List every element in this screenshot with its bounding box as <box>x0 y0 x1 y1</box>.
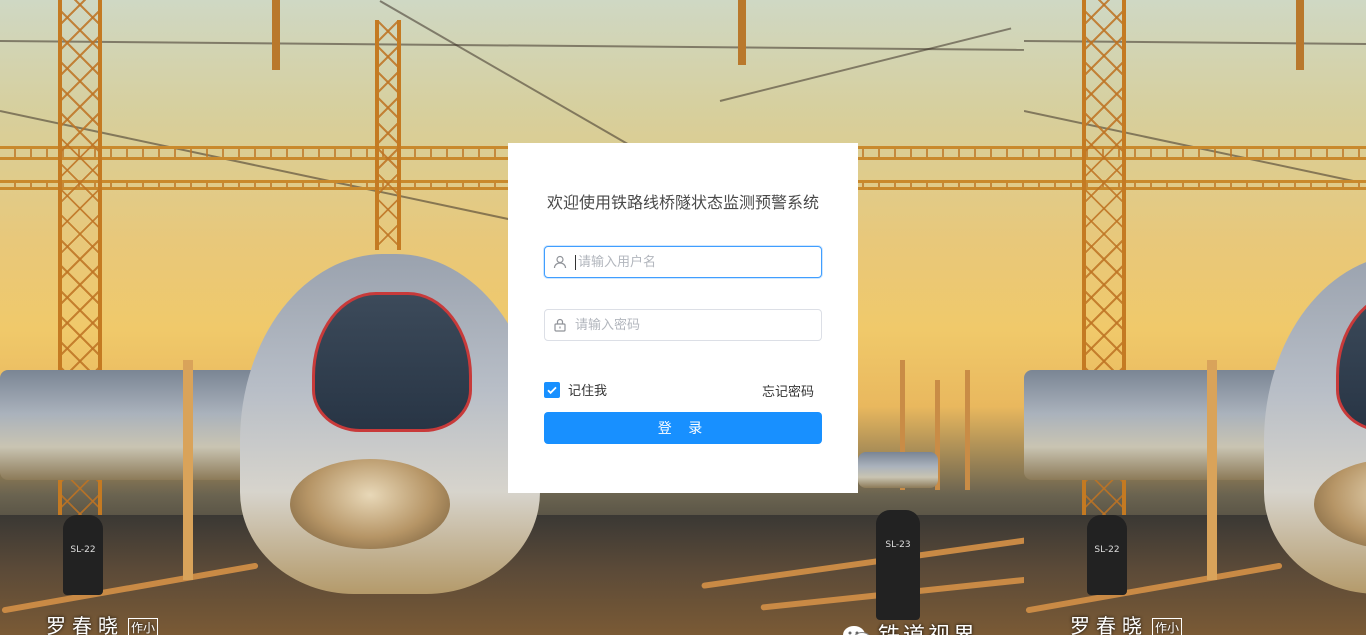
watermark-author: 罗春晓 <box>1070 614 1148 635</box>
watermark-source: 铁道视界 <box>878 624 978 635</box>
forgot-password-link[interactable]: 忘记密码 <box>762 381 814 400</box>
remember-me-label: 记住我 <box>568 384 608 399</box>
login-button[interactable]: 登 录 <box>544 412 822 444</box>
remember-me-checkbox[interactable]: 记住我 <box>544 380 607 399</box>
wechat-icon <box>842 625 872 635</box>
login-card: 欢迎使用铁路线桥隧状态监测预警系统 记住我 忘记密码 登 录 <box>508 143 858 493</box>
source-watermark: 铁道视界 <box>842 618 978 635</box>
watermark-tag: 作小 <box>128 618 159 635</box>
username-input[interactable] <box>578 248 821 276</box>
watermark-author: 罗春晓 <box>46 614 124 635</box>
text-cursor <box>575 254 576 270</box>
background-tile: SL-22 <box>1024 0 1366 635</box>
user-icon <box>545 247 575 277</box>
username-field[interactable] <box>544 246 822 278</box>
check-icon[interactable] <box>544 381 560 398</box>
watermark-tag: 作小 <box>1152 618 1183 635</box>
lock-icon <box>545 310 575 340</box>
password-field[interactable] <box>544 309 822 341</box>
password-input[interactable] <box>575 311 821 339</box>
author-watermark: 罗春晓 作小 <box>46 610 159 635</box>
login-title: 欢迎使用铁路线桥隧状态监测预警系统 <box>546 193 819 212</box>
author-watermark: 罗春晓 作小 <box>1070 610 1183 635</box>
